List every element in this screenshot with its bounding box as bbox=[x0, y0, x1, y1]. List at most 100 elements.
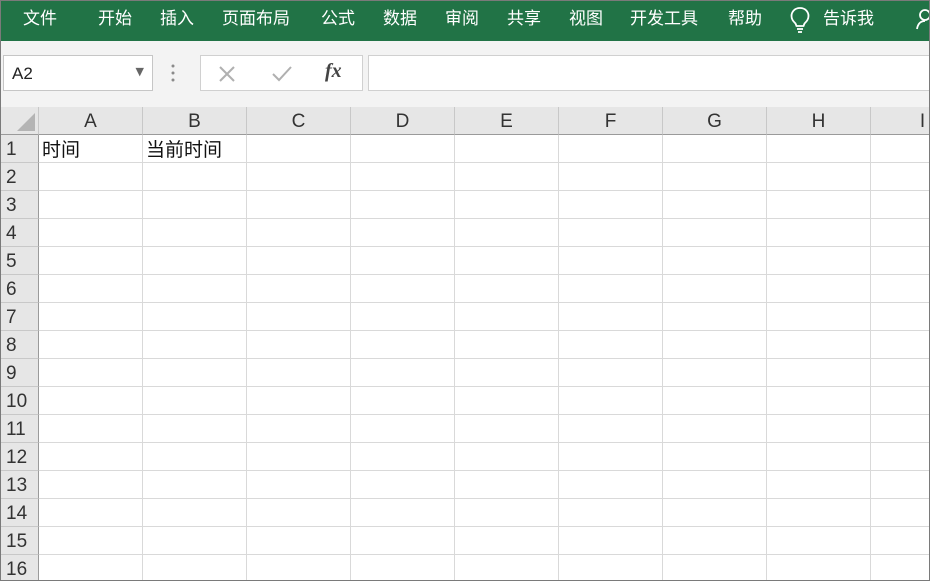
enter-check-icon[interactable] bbox=[271, 64, 293, 84]
cell-b9[interactable] bbox=[143, 359, 247, 387]
column-header-g[interactable]: G bbox=[663, 107, 767, 135]
cell-a9[interactable] bbox=[39, 359, 143, 387]
cell-h5[interactable] bbox=[767, 247, 871, 275]
cell-d14[interactable] bbox=[351, 499, 455, 527]
cell-f12[interactable] bbox=[559, 443, 663, 471]
cell-d4[interactable] bbox=[351, 219, 455, 247]
cell-d11[interactable] bbox=[351, 415, 455, 443]
cell-g6[interactable] bbox=[663, 275, 767, 303]
cell-f9[interactable] bbox=[559, 359, 663, 387]
cell-b15[interactable] bbox=[143, 527, 247, 555]
cell-b2[interactable] bbox=[143, 163, 247, 191]
cell-c10[interactable] bbox=[247, 387, 351, 415]
cell-d10[interactable] bbox=[351, 387, 455, 415]
tab-home[interactable]: 开始 bbox=[98, 8, 132, 30]
cell-i5[interactable] bbox=[871, 247, 929, 275]
cell-c8[interactable] bbox=[247, 331, 351, 359]
tab-insert[interactable]: 插入 bbox=[160, 8, 194, 30]
cell-h15[interactable] bbox=[767, 527, 871, 555]
column-header-h[interactable]: H bbox=[767, 107, 871, 135]
tab-view[interactable]: 视图 bbox=[569, 8, 603, 30]
tell-me-search[interactable]: 告诉我 bbox=[823, 8, 874, 30]
row-header-2[interactable]: 2 bbox=[1, 163, 39, 191]
cell-g16[interactable] bbox=[663, 555, 767, 580]
cell-d15[interactable] bbox=[351, 527, 455, 555]
tab-review[interactable]: 审阅 bbox=[445, 8, 479, 30]
cell-h6[interactable] bbox=[767, 275, 871, 303]
cell-e14[interactable] bbox=[455, 499, 559, 527]
cell-f4[interactable] bbox=[559, 219, 663, 247]
cell-h11[interactable] bbox=[767, 415, 871, 443]
cell-h3[interactable] bbox=[767, 191, 871, 219]
cell-i3[interactable] bbox=[871, 191, 929, 219]
lightbulb-icon[interactable] bbox=[789, 6, 811, 34]
cell-f2[interactable] bbox=[559, 163, 663, 191]
cell-i8[interactable] bbox=[871, 331, 929, 359]
cell-c5[interactable] bbox=[247, 247, 351, 275]
cell-a10[interactable] bbox=[39, 387, 143, 415]
cell-g11[interactable] bbox=[663, 415, 767, 443]
row-header-4[interactable]: 4 bbox=[1, 219, 39, 247]
cell-e1[interactable] bbox=[455, 135, 559, 163]
row-header-16[interactable]: 16 bbox=[1, 555, 39, 580]
cell-b1[interactable]: 当前时间 bbox=[143, 135, 247, 163]
cell-g7[interactable] bbox=[663, 303, 767, 331]
cell-i12[interactable] bbox=[871, 443, 929, 471]
cell-i4[interactable] bbox=[871, 219, 929, 247]
tab-data[interactable]: 数据 bbox=[383, 8, 417, 30]
cell-e2[interactable] bbox=[455, 163, 559, 191]
tab-formulas[interactable]: 公式 bbox=[321, 8, 355, 30]
cell-f6[interactable] bbox=[559, 275, 663, 303]
cancel-icon[interactable] bbox=[217, 64, 237, 84]
cell-g4[interactable] bbox=[663, 219, 767, 247]
cell-g1[interactable] bbox=[663, 135, 767, 163]
cell-a12[interactable] bbox=[39, 443, 143, 471]
cell-a15[interactable] bbox=[39, 527, 143, 555]
cell-c6[interactable] bbox=[247, 275, 351, 303]
cell-b10[interactable] bbox=[143, 387, 247, 415]
cell-b8[interactable] bbox=[143, 331, 247, 359]
cell-i15[interactable] bbox=[871, 527, 929, 555]
cell-e5[interactable] bbox=[455, 247, 559, 275]
cell-h12[interactable] bbox=[767, 443, 871, 471]
cell-e12[interactable] bbox=[455, 443, 559, 471]
cell-e15[interactable] bbox=[455, 527, 559, 555]
cell-e6[interactable] bbox=[455, 275, 559, 303]
cell-d2[interactable] bbox=[351, 163, 455, 191]
cell-b5[interactable] bbox=[143, 247, 247, 275]
cell-d13[interactable] bbox=[351, 471, 455, 499]
cell-i9[interactable] bbox=[871, 359, 929, 387]
row-header-14[interactable]: 14 bbox=[1, 499, 39, 527]
cell-h14[interactable] bbox=[767, 499, 871, 527]
row-header-1[interactable]: 1 bbox=[1, 135, 39, 163]
cell-h13[interactable] bbox=[767, 471, 871, 499]
column-header-c[interactable]: C bbox=[247, 107, 351, 135]
cell-a7[interactable] bbox=[39, 303, 143, 331]
cell-d12[interactable] bbox=[351, 443, 455, 471]
cell-e13[interactable] bbox=[455, 471, 559, 499]
cell-a16[interactable] bbox=[39, 555, 143, 580]
cell-a14[interactable] bbox=[39, 499, 143, 527]
cell-c15[interactable] bbox=[247, 527, 351, 555]
cell-d3[interactable] bbox=[351, 191, 455, 219]
cell-a5[interactable] bbox=[39, 247, 143, 275]
cell-f3[interactable] bbox=[559, 191, 663, 219]
cell-a13[interactable] bbox=[39, 471, 143, 499]
column-header-i[interactable]: I bbox=[871, 107, 929, 135]
cell-f7[interactable] bbox=[559, 303, 663, 331]
cell-e9[interactable] bbox=[455, 359, 559, 387]
cell-b13[interactable] bbox=[143, 471, 247, 499]
row-header-6[interactable]: 6 bbox=[1, 275, 39, 303]
row-header-15[interactable]: 15 bbox=[1, 527, 39, 555]
cell-f8[interactable] bbox=[559, 331, 663, 359]
cell-h16[interactable] bbox=[767, 555, 871, 580]
cell-c16[interactable] bbox=[247, 555, 351, 580]
cell-i14[interactable] bbox=[871, 499, 929, 527]
cell-a2[interactable] bbox=[39, 163, 143, 191]
cell-a4[interactable] bbox=[39, 219, 143, 247]
row-header-3[interactable]: 3 bbox=[1, 191, 39, 219]
row-header-13[interactable]: 13 bbox=[1, 471, 39, 499]
cell-b11[interactable] bbox=[143, 415, 247, 443]
cell-c13[interactable] bbox=[247, 471, 351, 499]
cell-a8[interactable] bbox=[39, 331, 143, 359]
